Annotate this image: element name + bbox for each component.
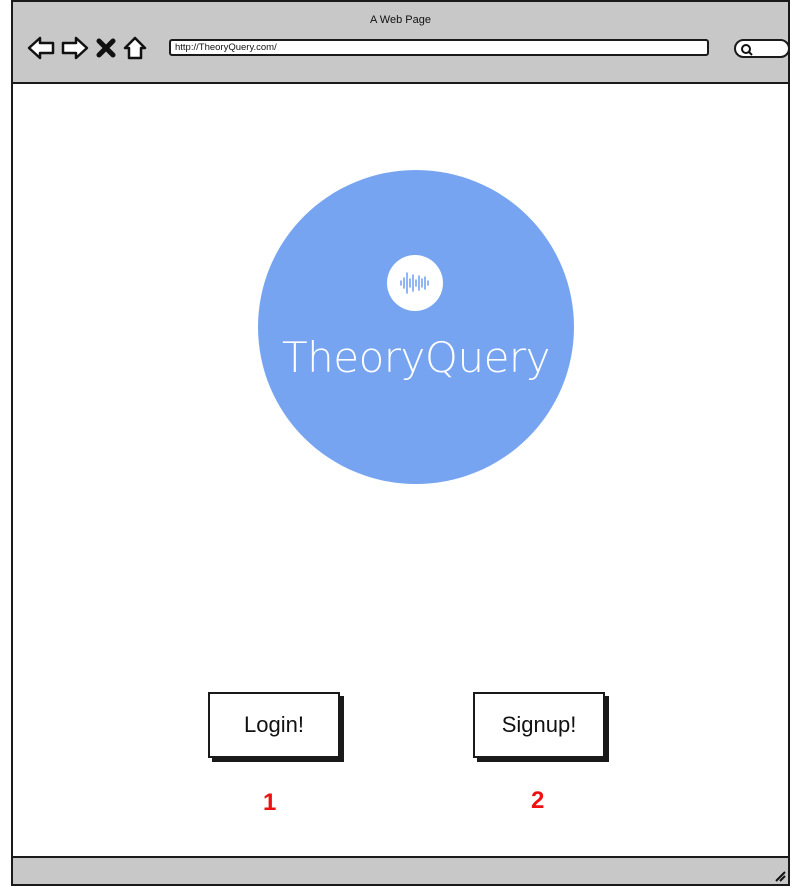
annotation-marker-signup: 2 xyxy=(531,787,545,814)
page-content: TheoryQuery Login! Signup! 1 2 xyxy=(13,82,788,858)
login-button[interactable]: Login! xyxy=(208,692,340,758)
logo-circle: TheoryQuery xyxy=(258,170,574,484)
search-box[interactable] xyxy=(734,39,788,58)
url-text: http://TheoryQuery.com/ xyxy=(175,42,277,53)
navigation-controls xyxy=(27,36,147,60)
logo-mark xyxy=(387,255,443,311)
browser-toolbar: A Web Page http://TheoryQuery.com/ xyxy=(13,2,788,84)
window-title: A Web Page xyxy=(370,14,431,26)
status-bar xyxy=(13,856,788,884)
audio-waveform-icon xyxy=(400,272,429,294)
logo-wordmark: TheoryQuery xyxy=(281,333,551,382)
forward-arrow-icon[interactable] xyxy=(61,36,89,60)
search-icon xyxy=(741,44,753,56)
address-bar[interactable]: http://TheoryQuery.com/ xyxy=(169,39,709,56)
annotation-marker-login: 1 xyxy=(263,789,277,816)
resize-grip-icon[interactable] xyxy=(772,868,786,882)
browser-window: A Web Page http://TheoryQuery.com/ Theor… xyxy=(11,0,790,886)
home-icon[interactable] xyxy=(123,36,147,60)
signup-button[interactable]: Signup! xyxy=(473,692,605,758)
stop-icon[interactable] xyxy=(95,36,117,60)
back-arrow-icon[interactable] xyxy=(27,36,55,60)
